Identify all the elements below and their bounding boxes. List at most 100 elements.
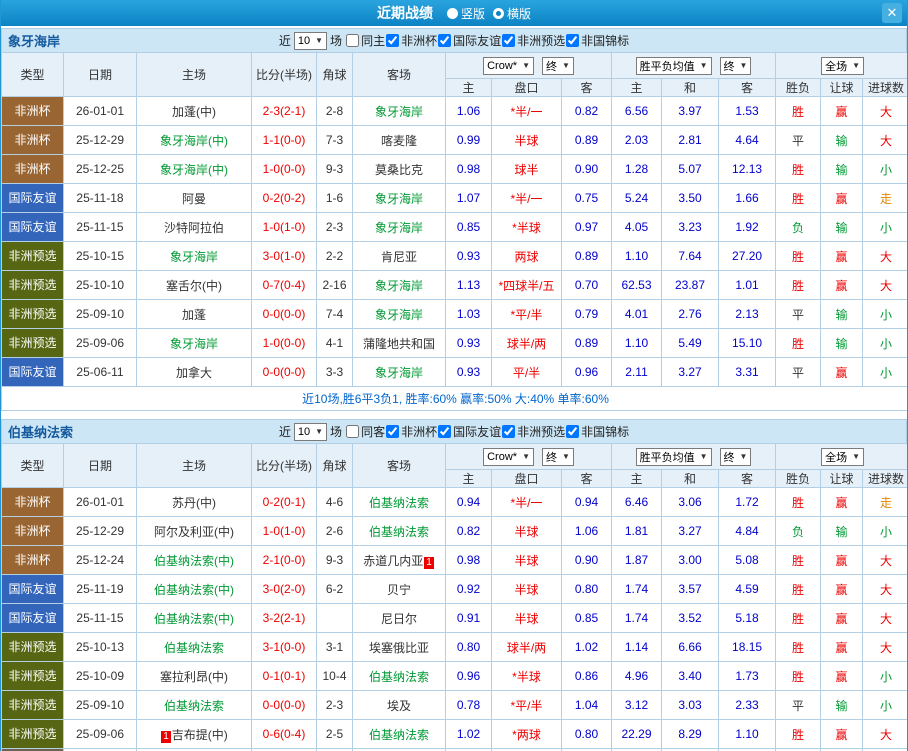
competition-type-badge: 非洲预选 <box>2 271 63 299</box>
competition-type-badge: 国际友谊 <box>2 184 63 212</box>
col-home: 主场 <box>136 52 252 97</box>
match-date: 26-01-01 <box>63 96 137 126</box>
team-label: 埃塞俄比亚 <box>368 640 429 655</box>
checkbox-input[interactable] <box>386 33 400 47</box>
score: 0-0(0-0) <box>251 690 317 720</box>
checkbox-input[interactable] <box>438 424 452 438</box>
home-odds: 0.85 <box>445 212 492 242</box>
radio-label: 横版 <box>507 6 532 21</box>
away-team: 尼日尔 <box>352 603 446 633</box>
checkbox-input[interactable] <box>346 33 360 47</box>
handicap: *平/半 <box>491 690 562 720</box>
match-row: 国际友谊 25-11-19 伯基纳法索(中) 3-0(2-0) 6-2 贝宁 0.92 半球 0… <box>1 574 907 604</box>
odds-source-dropdown[interactable]: Crow* ▼ <box>483 56 534 75</box>
avg-draw-odds: 3.23 <box>661 212 720 242</box>
home-team: 塞舌尔(中) <box>136 270 252 300</box>
avg-away-odds: 5.18 <box>718 603 777 633</box>
score: 0-6(0-4) <box>251 719 317 749</box>
competition-type-badge: 非洲预选 <box>2 329 63 357</box>
col-type: 类型 <box>1 443 64 488</box>
avg-home-odds: 1.81 <box>611 516 663 546</box>
corner-score: 3-3 <box>316 357 353 387</box>
final-avg-dropdown[interactable]: 终 ▼ <box>719 56 752 75</box>
scope-dropdown[interactable]: 全场 ▼ <box>821 447 864 466</box>
filter-checkbox[interactable]: 国际友谊 <box>437 423 501 440</box>
col-away: 客场 <box>352 52 446 97</box>
avg-draw-odds: 7.64 <box>661 241 720 271</box>
final-avg-dropdown[interactable]: 终 ▼ <box>719 447 752 466</box>
filter-checkbox[interactable]: 同主 <box>345 32 385 49</box>
checkbox-input[interactable] <box>438 33 452 47</box>
filter-checkbox[interactable]: 非国锦标 <box>565 423 629 440</box>
result: 负 <box>775 212 822 242</box>
checkbox-input[interactable] <box>566 33 580 47</box>
match-row: 国际友谊 25-11-18 阿曼 0-2(0-2) 1-6 象牙海岸 1.07 *半/一 0.7… <box>1 183 907 213</box>
corner-score: 9-3 <box>316 154 353 184</box>
match-count-dropdown[interactable]: 10 ▼ <box>293 422 328 441</box>
corner-score: 2-3 <box>316 212 353 242</box>
checkbox-input[interactable] <box>502 33 516 47</box>
handicap: 半球 <box>491 545 562 575</box>
handicap: *两球 <box>491 719 562 749</box>
filter-checkbox[interactable]: 非洲杯 <box>385 32 437 49</box>
team-label: 赤道几内亚 <box>363 553 424 568</box>
checkbox-input[interactable] <box>346 424 360 438</box>
close-icon[interactable]: ✕ <box>882 3 902 23</box>
team-label: 阿曼 <box>181 191 206 206</box>
goals-result: 小 <box>862 661 907 691</box>
competition-type-badge: 非洲杯 <box>2 97 63 125</box>
odds-source-dropdown[interactable]: Crow* ▼ <box>483 447 534 466</box>
filter-checkbox[interactable]: 非洲预选 <box>501 423 565 440</box>
filter-checkbox[interactable]: 非国锦标 <box>565 32 629 49</box>
chevron-down-icon: ▼ <box>699 61 708 70</box>
competition-type-cell: 非洲预选 <box>1 719 64 749</box>
competition-type-cell: 非洲杯 <box>1 545 64 575</box>
filter-checkbox[interactable]: 非洲杯 <box>385 423 437 440</box>
corner-score: 2-3 <box>316 690 353 720</box>
checkbox-input[interactable] <box>386 424 400 438</box>
goals-result: 小 <box>862 154 907 184</box>
avg-home-odds: 1.14 <box>611 632 663 662</box>
team-label: 沙特阿拉伯 <box>163 220 224 235</box>
handicap-result: 赢 <box>820 545 864 575</box>
goals-result: 小 <box>862 690 907 720</box>
away-odds: 0.90 <box>560 154 613 184</box>
corner-score: 2-16 <box>316 270 353 300</box>
avg-odds-dropdown[interactable]: 胜平负均值 ▼ <box>635 447 712 466</box>
home-odds: 0.96 <box>445 661 492 691</box>
checkbox-input[interactable] <box>502 424 516 438</box>
col-avg-home: 主 <box>611 78 663 97</box>
filter-checkbox[interactable]: 同客 <box>345 423 385 440</box>
games-label: 场 <box>330 34 343 48</box>
final-odds-dropdown[interactable]: 终 ▼ <box>541 447 574 466</box>
away-team: 伯基纳法索 <box>352 719 446 749</box>
handicap-result: 赢 <box>820 661 864 691</box>
filter-checkbox[interactable]: 非洲预选 <box>501 32 565 49</box>
radio-horizontal-layout[interactable]: 横版 <box>493 5 531 22</box>
home-team: 加蓬 <box>136 299 252 329</box>
radio-vertical-layout[interactable]: 竖版 <box>446 5 485 22</box>
avg-odds-dropdown[interactable]: 胜平负均值 ▼ <box>635 56 712 75</box>
corner-score <box>316 603 353 633</box>
match-count-dropdown[interactable]: 10 ▼ <box>293 31 328 50</box>
results-table: 类型 日期 主场 比分(半场) 角球 客场 Crow* ▼ 终 ▼ 胜平负均值 … <box>1 52 907 411</box>
goals-result: 大 <box>862 96 907 126</box>
filter-checkbox[interactable]: 国际友谊 <box>437 32 501 49</box>
away-team: 伯基纳法索 <box>352 516 446 546</box>
home-odds: 1.13 <box>445 270 492 300</box>
match-row: 非洲杯 25-12-29 象牙海岸(中) 1-1(0-0) 7-3 喀麦隆 0.99 半球 0.… <box>1 125 907 155</box>
checkbox-input[interactable] <box>566 424 580 438</box>
away-team: 蒲隆地共和国 <box>352 328 446 358</box>
scope-dropdown[interactable]: 全场 ▼ <box>821 56 864 75</box>
team-label: 塞拉利昂(中) <box>160 669 228 684</box>
away-odds: 0.86 <box>560 661 613 691</box>
score: 1-0(0-0) <box>251 154 317 184</box>
avg-draw-odds: 3.57 <box>661 574 720 604</box>
final-odds-dropdown[interactable]: 终 ▼ <box>541 56 574 75</box>
score: 0-0(0-0) <box>251 299 317 329</box>
result: 平 <box>775 690 822 720</box>
home-odds: 1.03 <box>445 299 492 329</box>
chevron-down-icon: ▼ <box>315 36 324 45</box>
result: 胜 <box>775 632 822 662</box>
odds-group-header: Crow* ▼ 终 ▼ <box>444 443 613 470</box>
